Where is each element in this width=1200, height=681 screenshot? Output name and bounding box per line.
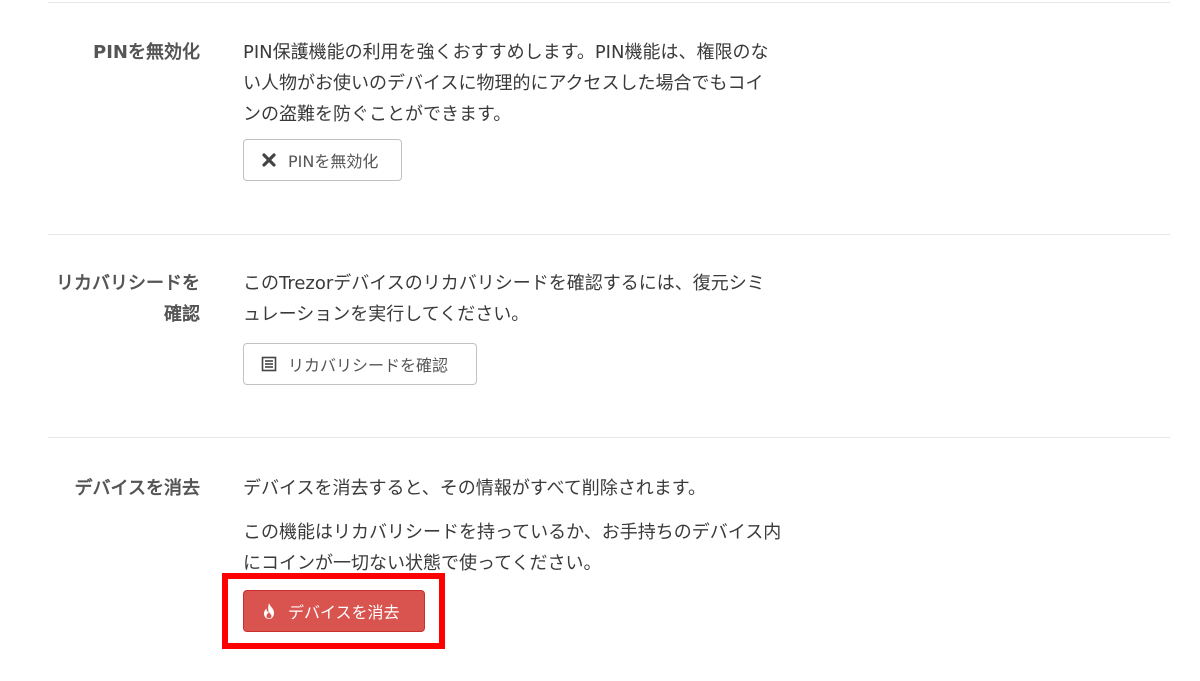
- check-seed-button[interactable]: リカバリシードを確認: [243, 343, 477, 385]
- list-icon: [260, 355, 278, 373]
- disable-pin-description: PIN保護機能の利用を強くおすすめします。PIN機能は、権限のない人物がお使いの…: [243, 37, 778, 130]
- disable-pin-button[interactable]: PINを無効化: [243, 139, 402, 181]
- wipe-device-heading: デバイスを消去: [74, 478, 200, 499]
- wipe-device-description: デバイスを消去すると、その情報がすべて削除されます。 この機能はリカバリシードを…: [243, 473, 788, 579]
- disable-pin-text: PIN保護機能の利用を強くおすすめします。PIN機能は、権限のない人物がお使いの…: [243, 42, 769, 125]
- disable-pin-button-label: PINを無効化: [288, 152, 379, 171]
- check-seed-description: このTrezorデバイスのリカバリシードを確認するには、復元シミュレーションを実…: [243, 268, 778, 330]
- check-seed-section: リカバリシードを確認 このTrezorデバイスのリカバリシードを確認するには、復…: [48, 234, 1170, 438]
- check-seed-heading: リカバリシードを確認: [56, 273, 200, 325]
- wipe-device-text-1: デバイスを消去すると、その情報がすべて削除されます。: [243, 478, 706, 499]
- check-seed-text: このTrezorデバイスのリカバリシードを確認するには、復元シミュレーションを実…: [243, 273, 765, 325]
- highlight-box: [222, 573, 445, 649]
- wipe-device-section: デバイスを消去 デバイスを消去すると、その情報がすべて削除されます。 この機能は…: [48, 437, 1170, 681]
- disable-pin-heading: PINを無効化: [93, 42, 200, 63]
- disable-pin-section: PINを無効化 PIN保護機能の利用を強くおすすめします。PIN機能は、権限のな…: [48, 3, 1170, 235]
- check-seed-button-label: リカバリシードを確認: [288, 356, 449, 375]
- wipe-device-text-2: この機能はリカバリシードを持っているか、お手持ちのデバイス内にコインが一切ない状…: [243, 522, 782, 574]
- close-icon: [260, 151, 278, 169]
